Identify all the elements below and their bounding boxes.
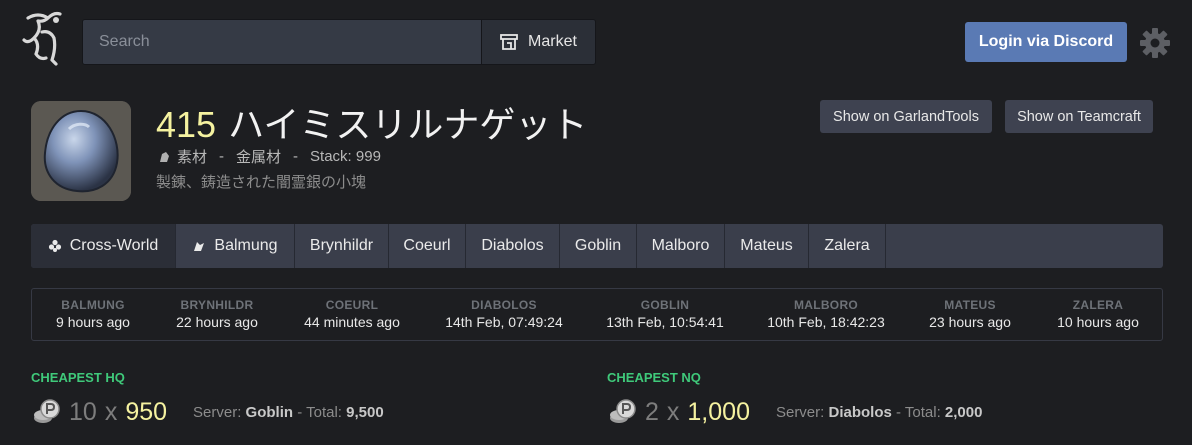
total-prefix: - Total:: [891, 403, 945, 421]
world-update-times: BALMUNG 9 hours ago BRYNHILDR 22 hours a…: [31, 288, 1163, 341]
update-world: BRYNHILDR: [180, 298, 254, 312]
meta-separator: -: [219, 148, 225, 165]
cross-world-icon: [48, 239, 61, 252]
nq-server-info: Server: Diabolos - Total: 2,000: [776, 404, 983, 421]
tab-label: Cross-World: [69, 237, 159, 254]
update-entry: GOBLIN 13th Feb, 10:54:41: [590, 298, 740, 330]
cheapest-nq-listing: 2 x 1,000 Server: Diabolos - Total: 2,00…: [609, 397, 982, 427]
tab-cross-world[interactable]: Cross-World: [31, 224, 176, 268]
update-entry: ZALERA 10 hours ago: [1023, 298, 1173, 330]
item-stack: Stack: 999: [310, 148, 381, 165]
update-entry: BRYNHILDR 22 hours ago: [142, 298, 292, 330]
gil-coins-icon: [610, 399, 636, 423]
market-label: Market: [528, 33, 577, 50]
update-world: ZALERA: [1072, 298, 1124, 312]
update-time: 22 hours ago: [176, 314, 258, 330]
tab-label: Goblin: [574, 237, 622, 254]
market-button[interactable]: Market: [481, 20, 595, 64]
update-world: MALBORO: [793, 298, 859, 312]
update-entry: COEURL 44 minutes ago: [277, 298, 427, 330]
server-prefix: Server:: [193, 403, 246, 421]
update-entry: DIABOLOS 14th Feb, 07:49:24: [429, 298, 579, 330]
update-time: 13th Feb, 10:54:41: [606, 314, 724, 330]
item-name: ハイミスリルナゲット: [228, 104, 588, 145]
meta-separator: -: [293, 148, 299, 165]
update-time: 10th Feb, 18:42:23: [767, 314, 885, 330]
hq-total: 9,500: [346, 403, 384, 421]
nq-multiply: x: [666, 397, 680, 426]
tab-mateus[interactable]: Mateus: [725, 224, 809, 268]
nq-price: 1,000: [687, 397, 750, 426]
world-tabs: Cross-World Balmung Brynhildr Coeurl Dia…: [31, 224, 1163, 268]
item-category: 素材: [177, 149, 208, 166]
nq-server-name: Diabolos: [828, 403, 892, 421]
tab-brynhildr[interactable]: Brynhildr: [295, 224, 389, 268]
tab-diabolos[interactable]: Diabolos: [466, 224, 560, 268]
hq-server-name: Goblin: [245, 403, 294, 421]
tab-label: Zalera: [824, 237, 870, 254]
tab-zalera[interactable]: Zalera: [809, 224, 886, 268]
item-meta: 素材 - 金属材 - Stack: 999: [157, 146, 381, 167]
tab-coeurl[interactable]: Coeurl: [389, 224, 466, 268]
hq-server-info: Server: Goblin - Total: 9,500: [193, 404, 384, 421]
tab-malboro[interactable]: Malboro: [637, 224, 725, 268]
search-input[interactable]: [83, 20, 481, 64]
update-entry: MALBORO 10th Feb, 18:42:23: [751, 298, 901, 330]
tab-balmung[interactable]: Balmung: [176, 224, 295, 268]
show-on-garlandtools-button[interactable]: Show on GarlandTools: [820, 100, 992, 133]
nq-quantity: 2: [645, 397, 659, 426]
tab-label: Brynhildr: [309, 237, 374, 254]
hq-price: 950: [125, 397, 168, 426]
item-title: 415 ハイミスリルナゲット: [156, 96, 587, 148]
gear-icon[interactable]: [1139, 27, 1171, 59]
tab-label: Balmung: [214, 237, 278, 254]
update-time: 14th Feb, 07:49:24: [445, 314, 563, 330]
login-discord-button[interactable]: Login via Discord: [965, 22, 1127, 62]
cheapest-hq-label: CHEAPEST HQ: [31, 370, 125, 385]
update-world: DIABOLOS: [471, 298, 537, 312]
hq-quantity: 10: [69, 397, 97, 426]
update-time: 44 minutes ago: [304, 314, 400, 330]
update-world: COEURL: [325, 298, 379, 312]
cheapest-nq-label: CHEAPEST NQ: [607, 370, 701, 385]
search-bar: Market: [82, 19, 596, 65]
gil-coins-icon: [34, 399, 60, 423]
tab-label: Mateus: [740, 237, 793, 254]
item-subcategory: 金属材: [236, 149, 282, 166]
update-world: GOBLIN: [640, 298, 690, 312]
cheapest-hq-listing: 10 x 950 Server: Goblin - Total: 9,500: [33, 397, 384, 427]
show-on-teamcraft-button[interactable]: Show on Teamcraft: [1005, 100, 1153, 133]
tab-label: Diabolos: [481, 237, 544, 254]
mythril-nugget-icon: [31, 101, 131, 201]
server-prefix: Server:: [775, 403, 829, 421]
home-world-icon: [194, 242, 205, 251]
top-bar: Market Login via Discord: [0, 0, 1192, 84]
site-logo-icon[interactable]: [18, 8, 66, 66]
item-level: 415: [156, 104, 217, 145]
tab-goblin[interactable]: Goblin: [560, 224, 637, 268]
nq-total: 2,000: [944, 403, 983, 421]
tab-label: Malboro: [651, 237, 710, 254]
hq-multiply: x: [104, 397, 118, 426]
item-description: 製錬、鋳造された闇霊銀の小塊: [156, 174, 367, 191]
total-prefix: - Total:: [293, 403, 347, 421]
update-time: 10 hours ago: [1057, 314, 1139, 330]
tab-label: Coeurl: [403, 237, 451, 254]
market-stall-icon: [500, 34, 518, 50]
item-icon: [31, 101, 131, 201]
material-category-icon: [160, 151, 169, 162]
